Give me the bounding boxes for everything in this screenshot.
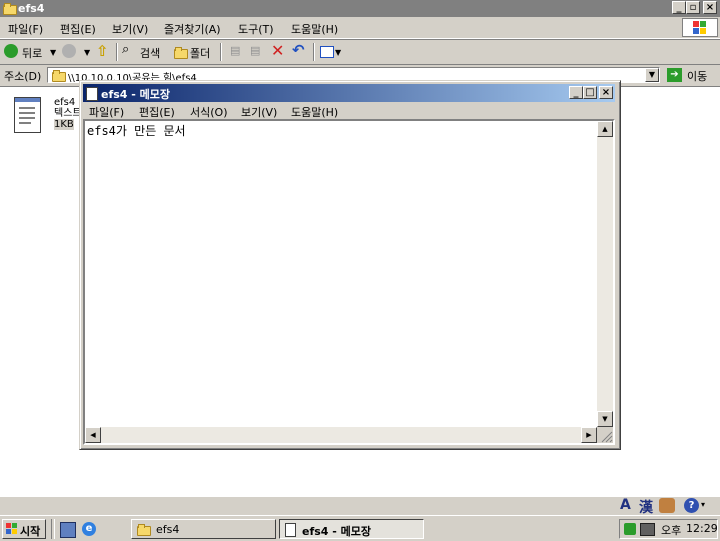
notepad-menu-file[interactable]: 파일(F) [89, 104, 124, 120]
vertical-scrollbar[interactable]: ▲ ▼ [597, 121, 613, 427]
internet-explorer-icon[interactable]: e [82, 522, 96, 536]
explorer-title: efs4 [18, 2, 45, 15]
address-label: 주소(D) [4, 70, 42, 83]
toolbar-separator [220, 43, 222, 61]
scroll-down-icon[interactable]: ▼ [597, 411, 613, 427]
windows-flag-icon [6, 523, 17, 534]
ime-help-icon[interactable]: ? [684, 498, 699, 513]
taskbar: 시작 e efs4 efs4 - 메모장 오후 12:29 [0, 515, 720, 541]
notepad-menu-help[interactable]: 도움말(H) [291, 104, 338, 120]
toolbar-separator [116, 43, 118, 61]
taskbar-button-notepad[interactable]: efs4 - 메모장 [279, 519, 424, 539]
notepad-menu-format[interactable]: 서식(O) [190, 104, 227, 120]
folders-button[interactable]: 폴더 [190, 45, 210, 61]
scroll-left-icon[interactable]: ◀ [85, 427, 101, 443]
clock-time[interactable]: 12:29 [686, 522, 718, 535]
explorer-menu-bar: 파일(F) 편집(E) 보기(V) 즐겨찾기(A) 도구(T) 도움말(H) [0, 18, 720, 39]
horizontal-scrollbar[interactable]: ◀ ▶ [85, 427, 597, 443]
notepad-icon [86, 87, 98, 101]
views-icon[interactable] [320, 46, 334, 58]
clock-ampm: 오후 [661, 524, 682, 537]
file-item[interactable]: efs4 텍스트 1KB [54, 97, 82, 130]
ime-options-icon[interactable]: ▾ [701, 500, 705, 509]
resize-grip-icon[interactable] [597, 427, 613, 443]
notepad-close-button[interactable]: × [599, 86, 613, 99]
notepad-icon [285, 523, 296, 537]
start-label: 시작 [20, 525, 41, 538]
explorer-toolbar: 뒤로 ▼ ▼ ⇧ ⌕ 검색 폴더 ▤ ▤ ✕ ↶ ▼ [0, 39, 720, 65]
ime-mode-button[interactable]: A [620, 497, 631, 513]
text-file-icon[interactable] [14, 97, 41, 133]
menu-view[interactable]: 보기(V) [112, 21, 148, 37]
ime-hanja-button[interactable]: 漢 [639, 497, 653, 517]
explorer-title-bar[interactable]: efs4 _ ▫ × [0, 0, 720, 17]
folder-icon [3, 3, 17, 15]
file-size: 1KB [54, 119, 74, 130]
notepad-title: efs4 - 메모장 [101, 88, 171, 101]
taskbar-button-explorer[interactable]: efs4 [131, 519, 276, 539]
start-button[interactable]: 시작 [2, 519, 46, 539]
search-button[interactable]: 검색 [140, 45, 160, 61]
move-to-icon[interactable]: ▤ [230, 44, 240, 57]
folder-icon [137, 524, 151, 536]
search-icon[interactable]: ⌕ [122, 42, 129, 57]
ime-toolbar: A 漢 ? ▾ [612, 496, 720, 516]
minimize-button[interactable]: _ [672, 1, 686, 14]
notepad-text-area[interactable]: efs4가 만든 문서 ▲ ▼ ◀ ▶ [83, 119, 615, 445]
system-tray: 오후 12:29 [619, 519, 718, 539]
forward-dropdown-icon[interactable]: ▼ [84, 48, 90, 57]
scroll-right-icon[interactable]: ▶ [581, 427, 597, 443]
taskbar-label-explorer: efs4 [156, 523, 180, 536]
notepad-title-bar[interactable]: efs4 - 메모장 _ □ × [83, 84, 615, 102]
address-dropdown-button[interactable]: ▼ [645, 68, 659, 82]
scroll-up-icon[interactable]: ▲ [597, 121, 613, 137]
folder-icon [52, 70, 66, 82]
show-desktop-icon[interactable] [60, 522, 76, 538]
forward-arrow-icon[interactable] [62, 44, 76, 58]
quicklaunch-separator [51, 519, 55, 539]
delete-icon[interactable]: ✕ [271, 41, 284, 60]
notepad-maximize-button[interactable]: □ [583, 86, 597, 99]
notepad-menu-edit[interactable]: 편집(E) [139, 104, 175, 120]
menu-file[interactable]: 파일(F) [8, 21, 43, 37]
file-name: efs4 [54, 97, 76, 108]
menu-help[interactable]: 도움말(H) [291, 21, 338, 37]
ime-pad-icon[interactable] [659, 498, 675, 513]
back-arrow-icon[interactable] [4, 44, 18, 58]
taskbar-label-notepad: efs4 - 메모장 [302, 525, 372, 538]
views-dropdown-icon[interactable]: ▼ [335, 48, 341, 57]
windows-logo-icon [682, 18, 718, 37]
copy-to-icon[interactable]: ▤ [250, 44, 260, 57]
close-button[interactable]: × [703, 1, 717, 14]
notepad-menu-bar: 파일(F) 편집(E) 서식(O) 보기(V) 도움말(H) [83, 102, 615, 119]
notepad-window[interactable]: efs4 - 메모장 _ □ × 파일(F) 편집(E) 서식(O) 보기(V)… [79, 80, 621, 450]
folders-icon[interactable] [174, 47, 188, 59]
restore-button[interactable]: ▫ [686, 1, 700, 14]
back-button[interactable]: 뒤로 [22, 45, 42, 61]
go-arrow-icon[interactable]: ➔ [667, 68, 682, 82]
tray-app-icon[interactable] [624, 523, 636, 535]
back-dropdown-icon[interactable]: ▼ [50, 48, 56, 57]
up-folder-icon[interactable]: ⇧ [96, 42, 109, 60]
notepad-minimize-button[interactable]: _ [569, 86, 583, 99]
menu-edit[interactable]: 편집(E) [60, 21, 96, 37]
menu-tools[interactable]: 도구(T) [238, 21, 274, 37]
go-button[interactable]: 이동 [687, 68, 707, 84]
network-icon[interactable] [640, 523, 655, 536]
notepad-content: efs4가 만든 문서 [87, 124, 186, 138]
undo-icon[interactable]: ↶ [292, 41, 305, 59]
menu-favorites[interactable]: 즐겨찾기(A) [164, 21, 221, 37]
notepad-menu-view[interactable]: 보기(V) [241, 104, 277, 120]
toolbar-separator [313, 43, 315, 61]
file-type: 텍스트 [54, 108, 82, 119]
